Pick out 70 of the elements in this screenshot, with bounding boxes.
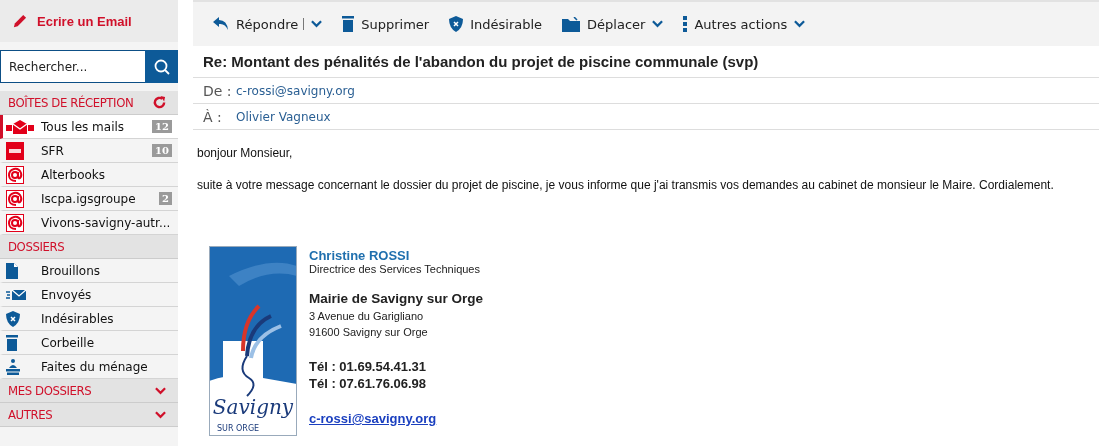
at-sign-icon xyxy=(6,165,24,184)
message-subject: Re: Montant des pénalités de l'abandon du projet de piscine communale (svp) xyxy=(193,46,1099,78)
chevron-down-icon[interactable] xyxy=(794,20,806,28)
shield-icon xyxy=(449,16,464,32)
vertical-dots-icon xyxy=(683,16,688,32)
refresh-icon[interactable] xyxy=(153,96,166,109)
section-title: BOÎTES DE RÉCEPTION xyxy=(8,95,134,110)
folder-label: Faites du ménage xyxy=(41,359,149,374)
trash-icon xyxy=(342,16,355,32)
search-icon xyxy=(153,58,170,75)
folder-label: Tous les mails xyxy=(41,119,126,134)
folder-label: Vivons-savigny-autr... xyxy=(41,215,172,230)
chevron-down-icon[interactable] xyxy=(652,20,664,28)
message-paragraph: suite à votre message concernant le dossier du projet de piscine, je vous informe que j'ai transmis vos demandes au cabinet de monsieur le Maire. Cordialement. xyxy=(197,178,1055,192)
folder-label: Iscpa.igsgroupe xyxy=(41,191,137,206)
folder-label: Brouillons xyxy=(41,263,102,278)
header-label: De : xyxy=(203,82,233,99)
folder-label: Envoyés xyxy=(41,287,93,302)
toolbar-button[interactable]: Autres actions xyxy=(673,8,816,40)
folder-item[interactable]: Vivons-savigny-autr... xyxy=(0,211,178,235)
section-title: MES DOSSIERS xyxy=(8,383,92,398)
trash-icon xyxy=(6,334,18,351)
toolbar-button[interactable]: Déplacer xyxy=(552,8,674,40)
unread-count: 2 xyxy=(159,192,172,205)
pencil-icon xyxy=(12,13,27,29)
section-header[interactable]: MES DOSSIERS xyxy=(0,379,178,403)
header-label: À : xyxy=(203,108,223,125)
section-title: AUTRES xyxy=(8,407,53,422)
folder-icon xyxy=(562,16,581,32)
sender-address[interactable]: c-rossi@savigny.org xyxy=(236,83,355,98)
unread-count: 10 xyxy=(152,144,172,157)
folder-item[interactable]: SFR 10 xyxy=(0,139,178,163)
signature-name: Christine ROSSI xyxy=(309,248,411,263)
folder-label: SFR xyxy=(41,143,65,158)
at-sign-icon xyxy=(6,189,24,208)
recipient-name[interactable]: Olivier Vagneux xyxy=(236,109,331,124)
signature-phone: Tél : 01.69.54.41.31 xyxy=(309,358,428,375)
signature-address: 3 Avenue du Garigliano xyxy=(309,309,425,324)
folder-item[interactable]: Iscpa.igsgroupe 2 xyxy=(0,187,178,211)
reply-arrow-icon xyxy=(213,17,229,31)
at-sign-icon xyxy=(6,213,24,232)
signature-email-link[interactable]: c-rossi@savigny.org xyxy=(309,411,484,426)
signature-address: 91600 Savigny sur Orge xyxy=(309,325,429,340)
chevron-down-icon[interactable] xyxy=(311,20,323,28)
section-header[interactable]: DOSSIERS xyxy=(0,235,178,259)
envelope-icon xyxy=(6,119,34,134)
signature-organization: Mairie de Savigny sur Orge xyxy=(309,291,484,306)
envelope-icon xyxy=(6,288,26,301)
city-logo: Savigny SUR ORGE xyxy=(209,246,297,436)
shield-icon xyxy=(6,310,20,327)
search-button[interactable] xyxy=(145,50,178,83)
search-field[interactable]: Rechercher... xyxy=(0,50,145,83)
toolbar-button[interactable]: Supprimer xyxy=(332,8,440,40)
toolbar-button[interactable]: Indésirable xyxy=(439,8,553,40)
folder-item[interactable]: Alterbooks xyxy=(0,163,178,187)
broom-icon xyxy=(6,358,20,375)
signature-role: Directrice des Services Techniques xyxy=(309,263,481,275)
section-header[interactable]: BOÎTES DE RÉCEPTION xyxy=(0,91,178,115)
folder-item[interactable]: Tous les mails 12 xyxy=(0,115,178,139)
folder-label: Alterbooks xyxy=(41,167,107,182)
section-header[interactable]: AUTRES xyxy=(0,403,178,427)
document-icon xyxy=(6,262,18,279)
signature-phone: Tél : 07.61.76.06.98 xyxy=(309,375,428,392)
unread-count: 12 xyxy=(152,120,172,133)
toolbar-button[interactable]: Répondre xyxy=(203,8,333,40)
compose-button[interactable]: Ecrire un Email xyxy=(0,0,178,42)
message-paragraph: bonjour Monsieur, xyxy=(197,146,294,160)
section-title: DOSSIERS xyxy=(8,239,65,254)
folder-label: Indésirables xyxy=(41,311,115,326)
folder-label: Corbeille xyxy=(41,335,96,350)
